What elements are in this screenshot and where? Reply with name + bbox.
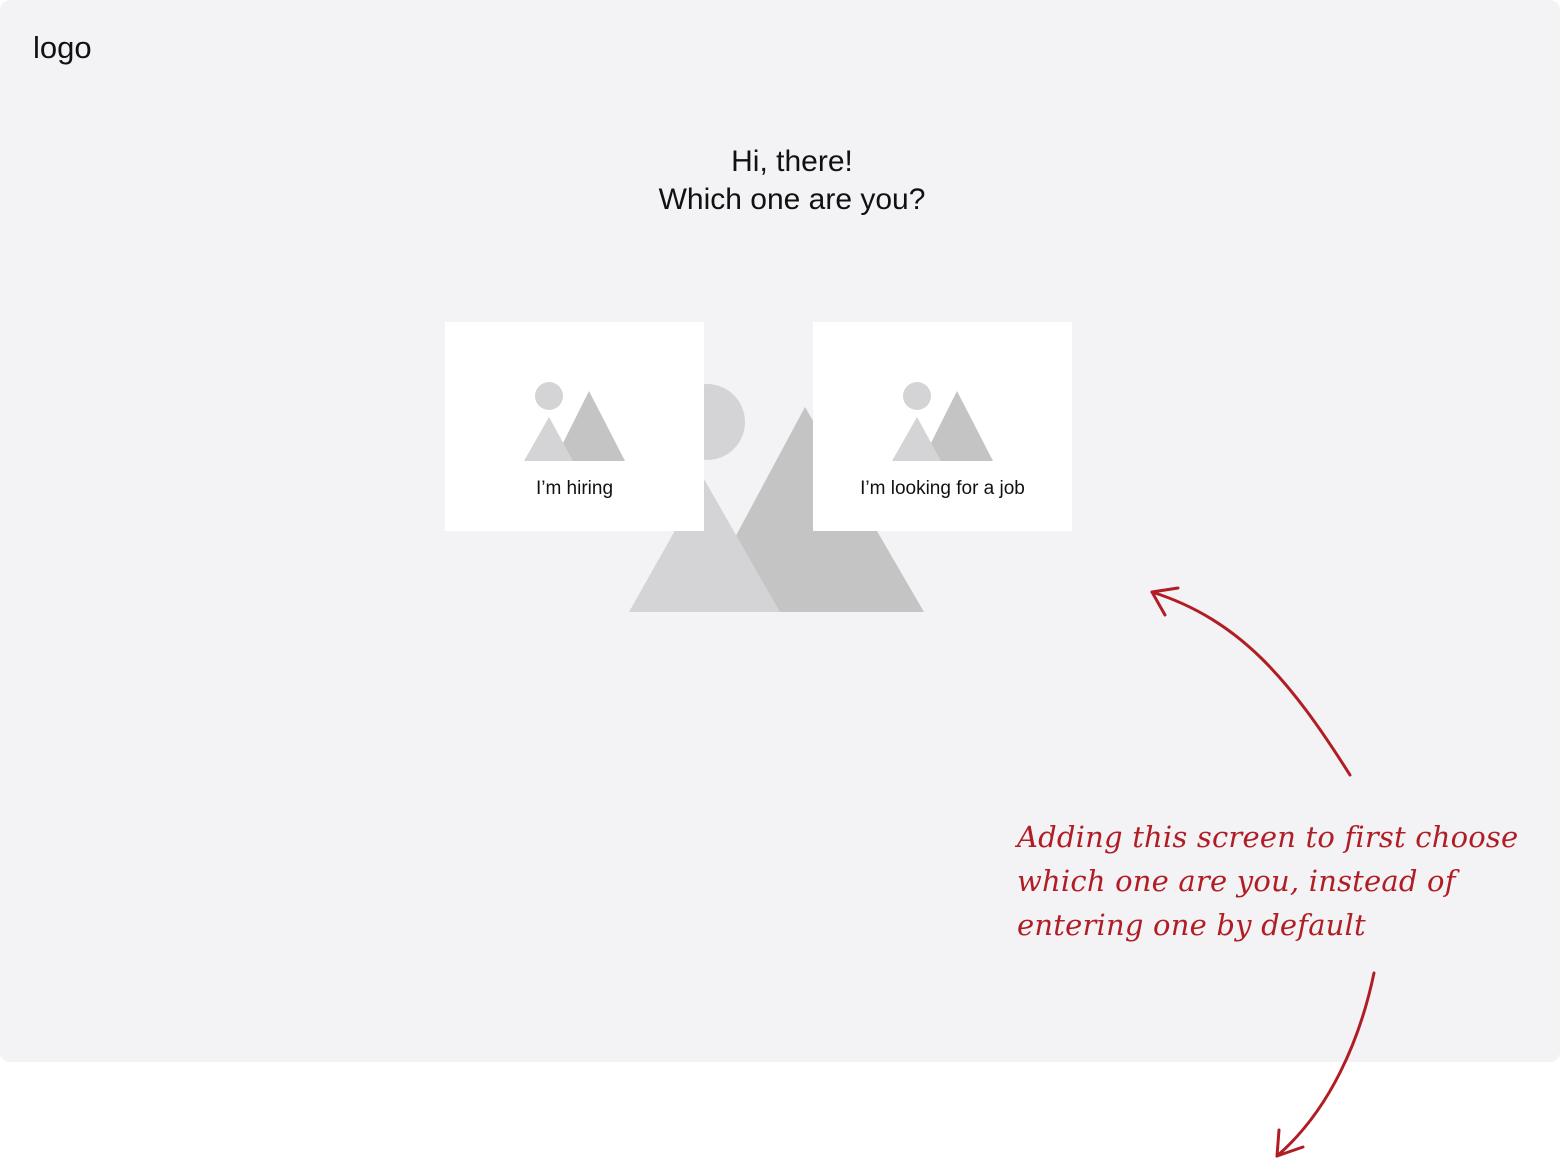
annotation-line: which one are you, instead of (1017, 864, 1456, 898)
image-placeholder-icon (524, 382, 625, 461)
option-card-job-seeker[interactable]: I’m looking for a job (813, 322, 1072, 531)
canvas: logo Hi, there! Which one are you? I’m h… (0, 0, 1560, 1158)
annotation-line: Adding this screen to first choose (1017, 820, 1519, 854)
option-card-hiring[interactable]: I’m hiring (445, 322, 704, 531)
image-placeholder-icon (892, 382, 993, 461)
page-title: Hi, there! Which one are you? (480, 143, 1104, 219)
annotation-line: entering one by default (1017, 908, 1366, 942)
greeting-text: Hi, there! (731, 145, 853, 178)
question-text: Which one are you? (658, 183, 926, 216)
logo[interactable]: logo (33, 28, 92, 68)
option-label-hiring: I’m hiring (535, 478, 614, 499)
option-label-job-seeker: I’m looking for a job (860, 478, 1025, 499)
annotation-note: Adding this screen to first choose which… (1017, 815, 1557, 947)
